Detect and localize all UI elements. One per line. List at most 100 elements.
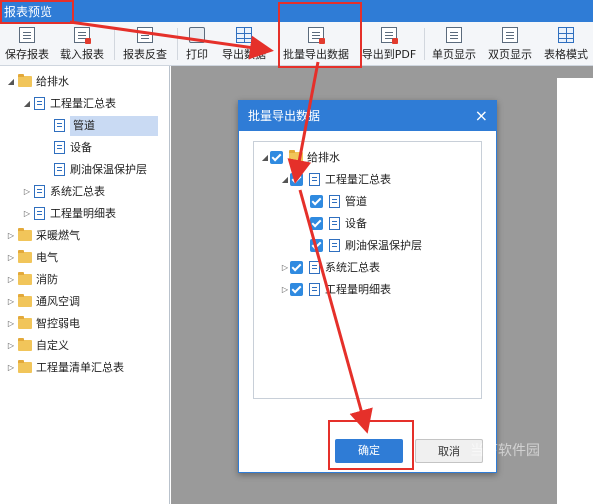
single-page-button[interactable]: 单页显示 — [428, 24, 480, 64]
export-tree-item[interactable]: 管道 — [310, 192, 367, 212]
tree-item-label: 智控弱电 — [36, 317, 80, 330]
folder-icon — [18, 228, 32, 241]
expand-arrow-icon[interactable]: ▷ — [6, 248, 16, 268]
toolbar-separator — [424, 28, 425, 60]
highlight-box-batch-export — [278, 2, 362, 68]
checkbox[interactable] — [310, 195, 323, 208]
folder-icon — [18, 294, 32, 307]
expand-arrow-icon[interactable]: ▷ — [280, 280, 290, 300]
tree-item[interactable]: ▷ 通风空调 — [6, 292, 80, 312]
collapse-arrow-icon[interactable]: ◢ — [22, 94, 32, 114]
expand-arrow-icon[interactable]: ▷ — [6, 226, 16, 246]
checkbox[interactable] — [290, 173, 303, 186]
tree-item-label: 给排水 — [36, 75, 69, 88]
tree-item[interactable]: ▷ 消防 — [6, 270, 58, 290]
collapse-arrow-icon[interactable]: ◢ — [6, 72, 16, 92]
expand-arrow-icon[interactable]: ▷ — [6, 314, 16, 334]
tree-item[interactable]: ▷ 工程量明细表 — [22, 204, 116, 224]
export-tree-item[interactable]: 设备 — [310, 214, 367, 234]
expand-arrow-icon[interactable]: ▷ — [6, 358, 16, 378]
folder-icon — [18, 250, 32, 263]
tree-item[interactable]: ▷ 系统汇总表 — [22, 182, 105, 202]
tree-item[interactable]: ◢ 给排水 — [6, 72, 69, 92]
tree-item-label: 工程量清单汇总表 — [36, 361, 124, 374]
export-tree-item[interactable]: ▷ 工程量明细表 — [280, 280, 391, 300]
document-icon — [54, 141, 65, 154]
double-page-label: 双页显示 — [488, 48, 532, 61]
tree-item[interactable]: 设备 — [52, 138, 92, 158]
folder-icon — [18, 338, 32, 351]
tree-item-label: 自定义 — [36, 339, 69, 352]
export-tree-item[interactable]: ◢ 工程量汇总表 — [280, 170, 391, 190]
batch-export-dialog: 批量导出数据 × ◢ 给排水 ◢ 工程量汇总表 管道 设备 刷油保温保护层 ▷ 系统汇… — [238, 100, 497, 473]
document-icon — [329, 195, 340, 208]
checkbox[interactable] — [290, 261, 303, 274]
print-button[interactable]: 打印 — [182, 24, 212, 64]
checkbox[interactable] — [270, 151, 283, 164]
export-tree-label: 刷油保温保护层 — [345, 239, 422, 252]
export-tree-label: 给排水 — [307, 151, 340, 164]
export-tree-label: 工程量明细表 — [325, 283, 391, 296]
expand-arrow-icon[interactable]: ▷ — [22, 204, 32, 224]
checkbox[interactable] — [290, 283, 303, 296]
checkbox[interactable] — [310, 239, 323, 252]
expand-arrow-icon[interactable]: ▷ — [6, 336, 16, 356]
document-icon — [54, 163, 65, 176]
tree-item[interactable]: ◢ 工程量汇总表 — [22, 94, 116, 114]
save-report-button[interactable]: 保存报表 — [2, 24, 52, 64]
folder-icon — [18, 360, 32, 373]
folder-icon — [18, 272, 32, 285]
tree-item[interactable]: ▷ 电气 — [6, 248, 58, 268]
save-icon — [19, 27, 35, 43]
tree-item-label: 工程量明细表 — [50, 207, 116, 220]
export-tree: ◢ 给排水 ◢ 工程量汇总表 管道 设备 刷油保温保护层 ▷ 系统汇总表 ▷ 工程量明细… — [253, 141, 482, 399]
dialog-title-bar: 批量导出数据 × — [239, 101, 496, 131]
print-label: 打印 — [186, 48, 208, 61]
export-pdf-button[interactable]: 导出到PDF — [360, 24, 418, 64]
double-page-button[interactable]: 双页显示 — [484, 24, 536, 64]
document-icon — [34, 207, 45, 220]
close-icon[interactable]: × — [475, 101, 488, 131]
tree-item-label: 系统汇总表 — [50, 185, 105, 198]
expand-arrow-icon[interactable]: ▷ — [22, 182, 32, 202]
document-icon — [309, 283, 320, 296]
pdf-icon — [381, 27, 398, 44]
watermark: 当下软件园 — [470, 443, 540, 459]
tree-item-label: 通风空调 — [36, 295, 80, 308]
export-icon — [236, 27, 252, 43]
table-mode-button[interactable]: 表格模式 — [540, 24, 592, 64]
collapse-arrow-icon[interactable]: ◢ — [260, 148, 270, 168]
tree-item[interactable]: ▷ 采暖燃气 — [6, 226, 80, 246]
tree-item[interactable]: ▷ 智控弱电 — [6, 314, 80, 334]
load-report-button[interactable]: 载入报表 — [56, 24, 108, 64]
export-tree-item[interactable]: ◢ 给排水 — [260, 148, 340, 168]
folder-icon — [18, 74, 32, 87]
tree-item-label: 刷油保温保护层 — [70, 163, 147, 176]
export-tree-item[interactable]: ▷ 系统汇总表 — [280, 258, 380, 278]
checkbox[interactable] — [310, 217, 323, 230]
tree-item[interactable]: 刷油保温保护层 — [52, 160, 147, 180]
table-mode-label: 表格模式 — [544, 48, 588, 61]
reverse-lookup-button[interactable]: 报表反查 — [118, 24, 172, 64]
tree-item[interactable]: ▷ 工程量清单汇总表 — [6, 358, 124, 378]
expand-arrow-icon[interactable]: ▷ — [6, 292, 16, 312]
document-icon — [34, 97, 45, 110]
export-tree-item[interactable]: 刷油保温保护层 — [310, 236, 422, 256]
toolbar-separator — [114, 28, 115, 60]
export-tree-label: 管道 — [345, 195, 367, 208]
document-icon — [34, 185, 45, 198]
highlight-box-confirm — [328, 420, 414, 470]
collapse-arrow-icon[interactable]: ◢ — [280, 170, 290, 190]
dialog-title: 批量导出数据 — [248, 109, 321, 123]
tree-item[interactable]: 管道 — [52, 116, 158, 136]
tree-item[interactable]: ▷ 自定义 — [6, 336, 69, 356]
expand-arrow-icon[interactable]: ▷ — [6, 270, 16, 290]
tree-item-label: 消防 — [36, 273, 58, 286]
tree-item-label: 工程量汇总表 — [50, 97, 116, 110]
expand-arrow-icon[interactable]: ▷ — [280, 258, 290, 278]
export-data-button[interactable]: 导出数据 — [216, 24, 272, 64]
single-page-icon — [446, 27, 462, 43]
double-page-icon — [502, 27, 518, 43]
export-tree-label: 设备 — [345, 217, 367, 230]
table-mode-icon — [558, 27, 574, 43]
